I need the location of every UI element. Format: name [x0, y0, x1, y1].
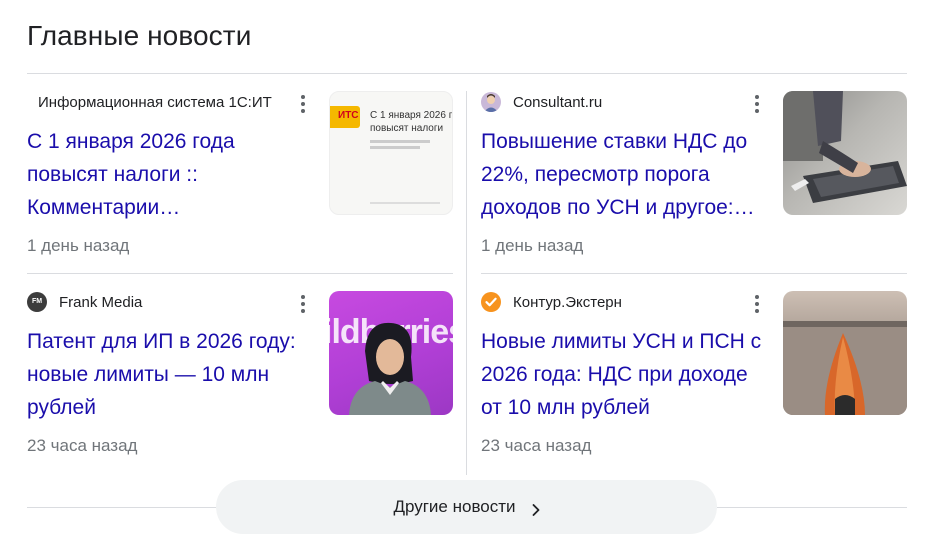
- row-divider-right: [481, 273, 907, 274]
- row-divider-left: [27, 273, 453, 274]
- more-options-icon[interactable]: [295, 294, 311, 314]
- news-time: 1 день назад: [27, 236, 130, 255]
- news-card-4[interactable]: Контур.Экстерн Новые лимиты УСН и ПСН с2…: [481, 291, 907, 461]
- more-options-icon[interactable]: [749, 294, 765, 314]
- news-source: Consultant.ru: [481, 91, 602, 113]
- top-divider: [27, 73, 907, 74]
- consultant-avatar-icon: [481, 92, 501, 112]
- source-name: Frank Media: [59, 293, 143, 311]
- bottom-divider-right: [716, 507, 907, 508]
- source-name: Контур.Экстерн: [513, 293, 622, 311]
- source-name: Информационная система 1С:ИТ: [38, 93, 272, 111]
- column-divider: [466, 91, 467, 475]
- source-name: Consultant.ru: [513, 93, 603, 111]
- news-card-2[interactable]: Consultant.ru Повышение ставки НДС до 22%…: [481, 91, 907, 261]
- kayak-photo-icon: [783, 321, 907, 415]
- frank-media-logo-icon: FM: [27, 292, 47, 312]
- thumb-title-line-1: С 1 января 2026 года: [370, 110, 453, 121]
- laptop-photo-icon: [783, 91, 907, 203]
- news-thumbnail[interactable]: [783, 291, 907, 415]
- more-news-label: Другие новости: [393, 497, 516, 516]
- news-headline[interactable]: Патент для ИП в 2026 году: новые лимиты —…: [27, 325, 296, 424]
- thumb-fine-print: [370, 140, 430, 143]
- news-thumbnail[interactable]: ИТС С 1 января 2026 года повысят налоги: [329, 91, 453, 215]
- more-options-icon[interactable]: [295, 94, 311, 114]
- kontur-logo-icon: [481, 292, 501, 312]
- news-card-3[interactable]: FM Frank Media Патент для ИП в 2026 году…: [27, 291, 453, 461]
- its-logo-text: ИТС: [338, 110, 359, 121]
- section-title: Главные новости: [27, 20, 252, 51]
- news-source: Контур.Экстерн: [481, 291, 622, 313]
- thumb-footer-line: [370, 202, 440, 204]
- more-options-icon[interactable]: [749, 94, 765, 114]
- thumb-title-line-2: повысят налоги: [370, 123, 444, 134]
- news-headline[interactable]: С 1 января 2026 года повысят налоги :: Ком…: [27, 125, 235, 224]
- news-source: FM Frank Media: [27, 291, 142, 313]
- news-time: 1 день назад: [481, 236, 584, 255]
- thumb-fine-print: [370, 146, 420, 149]
- news-time: 23 часа назад: [27, 436, 138, 455]
- person-photo-icon: [349, 322, 431, 415]
- news-headline[interactable]: Новые лимиты УСН и ПСН с 2026 года: НДС п…: [481, 325, 761, 424]
- bottom-divider-left: [27, 507, 217, 508]
- news-time: 23 часа назад: [481, 436, 592, 455]
- news-card-1[interactable]: Информационная система 1С:ИТ С 1 января …: [27, 91, 453, 261]
- chevron-right-icon: [532, 501, 540, 516]
- news-headline[interactable]: Повышение ставки НДС до 22%, пересмотр по…: [481, 125, 755, 224]
- news-thumbnail[interactable]: ildberries: [329, 291, 453, 415]
- news-thumbnail[interactable]: [783, 91, 907, 215]
- more-news-button[interactable]: Другие новости: [216, 480, 717, 534]
- news-source: Информационная система 1С:ИТ: [38, 91, 272, 113]
